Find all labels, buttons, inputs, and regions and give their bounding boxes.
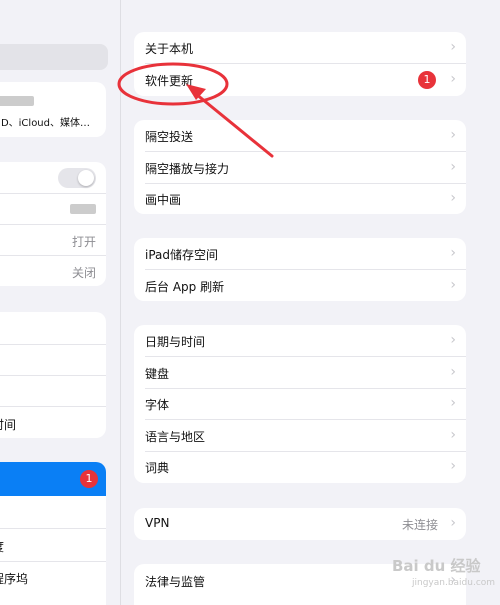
screen-time-label: 时间 [0, 418, 17, 432]
sidebar-item-home-dock[interactable]: 程序坞 [0, 562, 106, 593]
settings-row-label: VPN [145, 516, 170, 530]
settings-row-group4-3[interactable]: 语言与地区 › [134, 420, 466, 451]
settings-row-group2-1[interactable]: 隔空播放与接力 › [134, 152, 466, 183]
chevron-right-icon: › [450, 395, 456, 411]
settings-row-group4-2[interactable]: 字体 › [134, 388, 466, 419]
sidebar-notification-card: 时间 [0, 312, 106, 438]
sidebar-item-brightness[interactable]: 度 [0, 530, 106, 561]
settings-row-group2-2[interactable]: 画中画 › [134, 183, 466, 214]
network-value-redacted [70, 204, 96, 214]
chevron-right-icon: › [450, 190, 456, 206]
sidebar-connectivity-card: 打开 关闭 [0, 162, 106, 286]
dock-label: 程序坞 [0, 572, 29, 586]
watermark-url: jingyan.baidu.com [412, 578, 496, 588]
wifi-value: 打开 [71, 235, 96, 249]
settings-row-label: 画中画 [145, 193, 182, 207]
sidebar-search-field[interactable] [0, 44, 108, 70]
settings-row-label: 字体 [145, 398, 170, 412]
sidebar-item-control-center[interactable] [0, 497, 106, 528]
account-subtitle: ID、iCloud、媒体… [0, 118, 90, 129]
sidebar-item-wifi[interactable]: 打开 [0, 225, 106, 256]
sidebar-item-notifications[interactable] [0, 314, 106, 345]
settings-row-label: 词典 [145, 461, 170, 475]
group-about: 关于本机 › 软件更新 1 › [134, 32, 466, 96]
left-sidebar: ID、iCloud、媒体… 打开 关闭 时间 1 [0, 0, 121, 605]
settings-row-group1-0[interactable]: 关于本机 › [134, 32, 466, 63]
settings-row-label: 日期与时间 [145, 335, 206, 349]
chevron-right-icon: › [450, 363, 456, 380]
settings-row-group1-1[interactable]: 软件更新 1 › [134, 64, 466, 95]
sidebar-account-card[interactable]: ID、iCloud、媒体… [0, 82, 106, 137]
sidebar-item-focus[interactable] [0, 377, 106, 408]
chevron-right-icon: › [450, 458, 456, 474]
settings-row-group4-4[interactable]: 词典 › [134, 451, 466, 482]
settings-row-label: 语言与地区 [145, 429, 206, 444]
settings-row-label: 关于本机 [145, 42, 194, 56]
sidebar-item-general[interactable]: 1 [0, 462, 106, 496]
airplane-toggle[interactable] [58, 168, 96, 188]
sidebar-item-airplane[interactable] [0, 162, 106, 193]
chevron-right-icon: › [450, 245, 456, 261]
settings-row-label: 法律与监管 [145, 575, 206, 589]
chevron-right-icon: › [450, 70, 456, 87]
group-vpn: VPN 未连接 › [134, 508, 466, 540]
sidebar-general-card: 1 度 程序坞 [0, 462, 106, 605]
settings-row-label: 隔空播放与接力 [145, 161, 230, 176]
general-badge: 1 [80, 470, 98, 488]
brightness-label: 度 [0, 538, 4, 555]
sidebar-item-screen-time[interactable]: 时间 [0, 408, 106, 438]
settings-row-group2-0[interactable]: 隔空投送 › [134, 120, 466, 151]
software-update-badge: 1 [418, 70, 436, 89]
settings-row-label: 隔空投送 [145, 130, 194, 144]
settings-row-label: 键盘 [145, 366, 170, 381]
settings-row-group4-0[interactable]: 日期与时间 › [134, 325, 466, 356]
sidebar-item-bluetooth[interactable]: 关闭 [0, 256, 106, 286]
sidebar-item-network[interactable] [0, 194, 106, 225]
chevron-right-icon: › [450, 515, 456, 531]
chevron-right-icon: › [450, 127, 456, 143]
settings-row-group3-1[interactable]: 后台 App 刷新 › [134, 270, 466, 301]
bluetooth-value: 关闭 [71, 266, 96, 280]
settings-row-group5-0[interactable]: VPN 未连接 › [134, 508, 466, 539]
settings-row-label: iPad储存空间 [145, 248, 219, 262]
chevron-right-icon: › [450, 332, 456, 348]
chevron-right-icon: › [450, 426, 456, 443]
chevron-right-icon: › [450, 276, 456, 293]
sidebar-item-sounds[interactable] [0, 346, 106, 377]
settings-row-label: 后台 App 刷新 [145, 279, 225, 294]
settings-row-label: 软件更新 [145, 73, 194, 88]
settings-row-group4-1[interactable]: 键盘 › [134, 357, 466, 388]
settings-detail-pane: 关于本机 › 软件更新 1 › 隔空投送 › 隔空播放与接力 › 画中画 › iPad储存空间 › 后… [121, 0, 500, 605]
settings-row-group3-0[interactable]: iPad储存空间 › [134, 238, 466, 269]
group-airdrop: 隔空投送 › 隔空播放与接力 › 画中画 › [134, 120, 466, 214]
settings-row-value: 未连接 [401, 518, 438, 532]
chevron-right-icon: › [450, 39, 456, 55]
group-storage: iPad储存空间 › 后台 App 刷新 › [134, 238, 466, 301]
group-language: 日期与时间 › 键盘 › 字体 › 语言与地区 › 词典 › [134, 325, 466, 483]
watermark-brand: Bai du 经验 [392, 557, 481, 575]
chevron-right-icon: › [450, 158, 456, 175]
account-name-redacted [0, 96, 34, 106]
